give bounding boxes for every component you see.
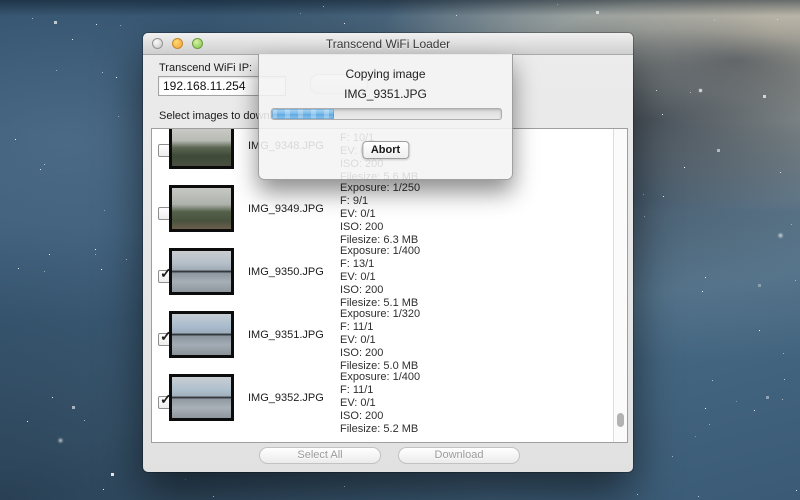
scrollbar-thumb[interactable] bbox=[617, 413, 624, 427]
copy-progress-sheet: Copying image IMG_9351.JPG Abort bbox=[258, 54, 513, 180]
image-exif-info: Exposure: 1/320F: 11/1EV: 0/1ISO: 200Fil… bbox=[340, 308, 420, 373]
abort-button[interactable]: Abort bbox=[362, 141, 409, 159]
image-exif-info: Exposure: 1/250F: 9/1EV: 0/1ISO: 200File… bbox=[340, 182, 420, 247]
image-list-row[interactable]: ✓ IMG_9350.JPG Exposure: 1/400F: 13/1EV:… bbox=[152, 240, 613, 303]
copy-progress-bar bbox=[271, 108, 502, 120]
select-all-button[interactable]: Select All bbox=[259, 447, 381, 464]
copying-filename: IMG_9351.JPG bbox=[259, 87, 512, 101]
image-thumbnail bbox=[169, 185, 234, 232]
image-thumbnail bbox=[169, 128, 234, 169]
image-thumbnail bbox=[169, 374, 234, 421]
app-window: Transcend WiFi Loader Transcend WiFi IP:… bbox=[143, 33, 633, 472]
image-filename: IMG_9351.JPG bbox=[248, 329, 348, 341]
image-list-row[interactable]: ✓ IMG_9349.JPG Exposure: 1/250F: 9/1EV: … bbox=[152, 177, 613, 240]
ip-label: Transcend WiFi IP: bbox=[159, 62, 252, 74]
image-filename: IMG_9350.JPG bbox=[248, 266, 348, 278]
download-button[interactable]: Download bbox=[398, 447, 520, 464]
starfield bbox=[0, 0, 1, 1]
image-exif-info: Exposure: 1/400F: 13/1EV: 0/1ISO: 200Fil… bbox=[340, 245, 420, 310]
list-scrollbar[interactable] bbox=[613, 129, 627, 442]
image-list-row[interactable]: ✓ IMG_9351.JPG Exposure: 1/320F: 11/1EV:… bbox=[152, 303, 613, 366]
image-filename: IMG_9349.JPG bbox=[248, 203, 348, 215]
image-thumbnail bbox=[169, 311, 234, 358]
image-filename: IMG_9352.JPG bbox=[248, 392, 348, 404]
copy-progress-fill bbox=[272, 109, 334, 119]
sheet-title: Copying image bbox=[259, 67, 512, 81]
image-thumbnail bbox=[169, 248, 234, 295]
desktop-wallpaper: Transcend WiFi Loader Transcend WiFi IP:… bbox=[0, 0, 800, 500]
window-title: Transcend WiFi Loader bbox=[143, 37, 633, 51]
window-titlebar[interactable]: Transcend WiFi Loader bbox=[143, 33, 633, 55]
image-exif-info: Exposure: 1/400F: 11/1EV: 0/1ISO: 200Fil… bbox=[340, 371, 420, 436]
image-list-row[interactable]: ✓ IMG_9352.JPG Exposure: 1/400F: 11/1EV:… bbox=[152, 366, 613, 429]
